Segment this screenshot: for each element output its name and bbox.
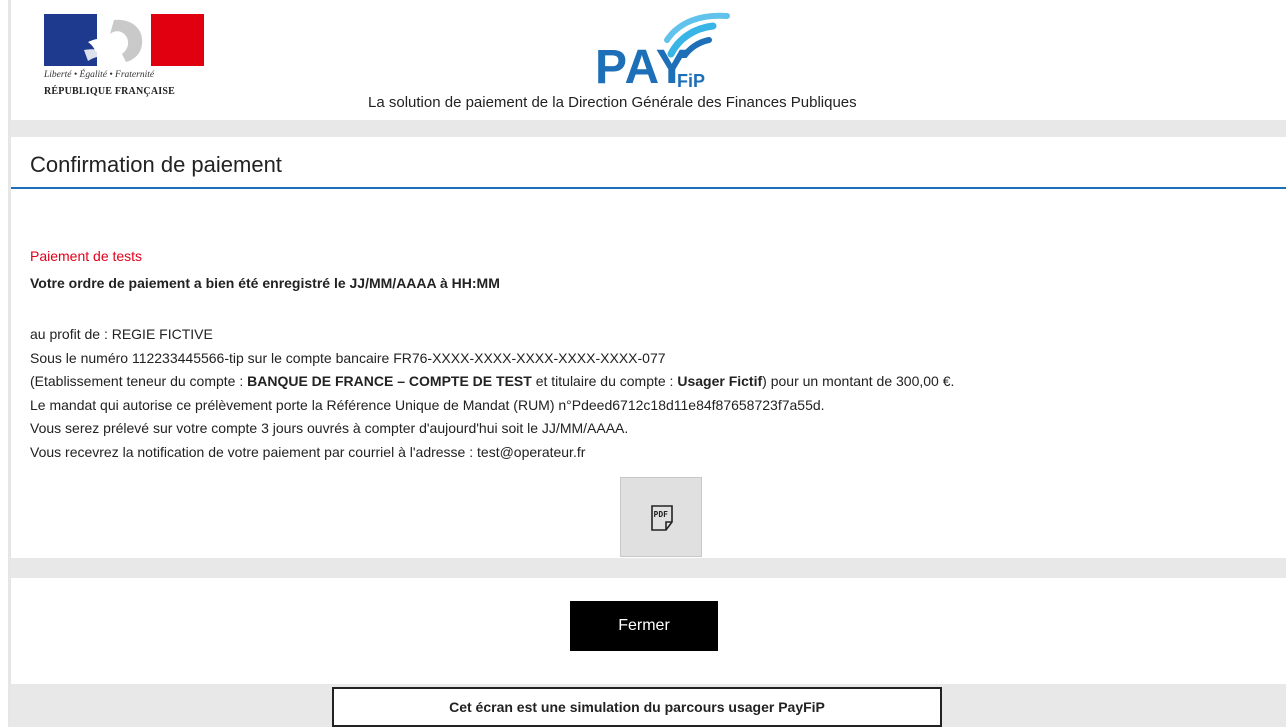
test-payment-status: Paiement de tests (30, 248, 143, 264)
republique-francaise-logo: Liberté • Égalité • Fraternité RÉPUBLIQU… (44, 14, 204, 106)
page-title: Confirmation de paiement (30, 152, 282, 177)
simulation-notice: Cet écran est une simulation du parcours… (332, 687, 942, 727)
header-tagline: La solution de paiement de la Direction … (368, 94, 857, 111)
holder-name: Usager Fictif (677, 373, 763, 389)
debit-date-line: Vous serez prélevé sur votre compte 3 jo… (30, 420, 629, 436)
republic-name: RÉPUBLIQUE FRANÇAISE (44, 86, 175, 97)
payment-details: au profit de : REGIE FICTIVE Sous le num… (30, 323, 954, 464)
beneficiary-line: au profit de : REGIE FICTIVE (30, 326, 213, 342)
account-line: Sous le numéro 112233445566-tip sur le c… (30, 349, 666, 366)
page: Liberté • Égalité • Fraternité RÉPUBLIQU… (0, 0, 1286, 727)
payfip-logo: PAY FiP (581, 10, 761, 96)
header: Liberté • Égalité • Fraternité RÉPUBLIQU… (11, 0, 1286, 120)
mandate-line: Le mandat qui autorise ce prélèvement po… (30, 396, 825, 413)
notification-line: Vous recevrez la notification de votre p… (30, 443, 586, 460)
confirmation-message: Votre ordre de paiement a bien été enreg… (30, 275, 500, 291)
republic-motto: Liberté • Égalité • Fraternité (44, 70, 155, 80)
payment-confirmation-panel: Paiement de tests Votre ordre de paiemen… (11, 189, 1286, 558)
bank-prefix: (Etablissement teneur du compte : (30, 373, 248, 389)
pdf-download-icon: PDF (651, 505, 673, 531)
holder-prefix: et titulaire du compte : (531, 373, 678, 389)
close-area: Fermer (11, 578, 1286, 684)
bank-name: BANQUE DE FRANCE – COMPTE DE TEST (247, 373, 532, 389)
close-button[interactable]: Fermer (570, 601, 718, 651)
svg-text:PDF: PDF (654, 510, 669, 519)
content-divider-band (11, 558, 1286, 578)
pdf-download-button[interactable]: PDF (620, 477, 702, 557)
payfip-logo-fip: FiP (677, 71, 706, 91)
bank-line: (Etablissement teneur du compte : BANQUE… (30, 370, 954, 394)
amount-suffix: ) pour un montant de 300,00 €. (762, 373, 955, 389)
payfip-logo-pay: PAY (595, 41, 689, 94)
title-bar: Confirmation de paiement (11, 137, 1286, 189)
header-divider-band (11, 120, 1286, 137)
marianne-flag-icon (44, 14, 204, 66)
